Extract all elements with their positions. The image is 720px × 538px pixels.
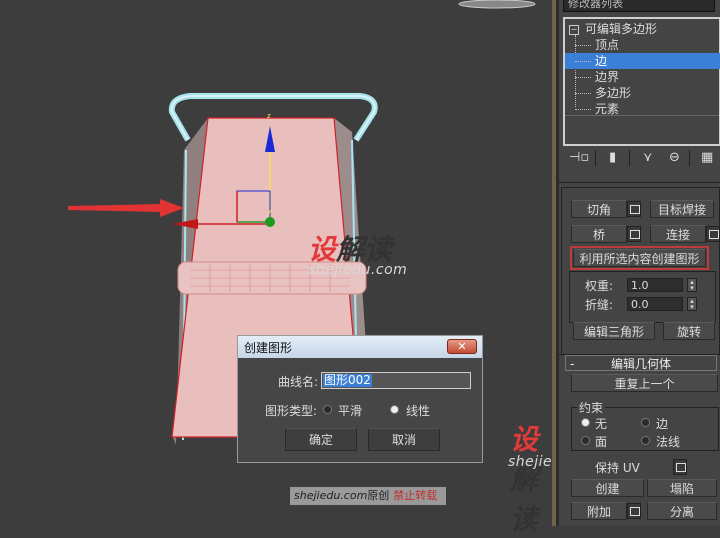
stack-item-editable-poly[interactable]: − 可编辑多边形 ◁ [565,21,720,37]
shape-type-linear-label: 线性 [406,404,431,418]
weight-spinner[interactable]: ▴ ▾ [687,278,697,292]
constraint-none-radio[interactable] [581,418,590,427]
annotation-arrow [68,199,184,217]
cancel-button[interactable]: 取消 [368,428,440,451]
crease-label: 折缝: [585,298,614,312]
gizmo-y-handle[interactable] [265,217,275,227]
edit-geometry-header[interactable]: - 编辑几何体 [565,355,717,371]
chamfer-settings-button[interactable] [627,201,641,217]
create-shape-dialog: 创建图形 ✕ 曲线名: 图形002 图形类型: 平滑 线性 确定 取消 [237,335,483,463]
configure-modifier-sets-icon[interactable]: ▦ [701,150,713,165]
connect-button[interactable]: 连接 [650,225,706,243]
pin-stack-icon[interactable]: ⊣▫ [569,150,589,165]
collapse-toggle-icon[interactable]: − [569,25,579,35]
chamfer-button[interactable]: 切角 [571,200,627,218]
crease-spinner[interactable]: ▴ ▾ [687,297,697,311]
edit-edges-rollout: 切角 目标焊接 桥 连接 利用所选内容创建图形 权重: 1.0 ▴ ▾ 折缝: 0… [559,182,720,355]
create-shape-from-selection-button[interactable]: 利用所选内容创建图形 [570,246,709,270]
watermark-logo-2: 设解读 [510,423,539,536]
gizmo-z-label: z [267,112,271,120]
bridge-settings-button[interactable] [627,226,641,242]
edit-geometry-rollout: - 编辑几何体 重复上一个 约束 无 边 面 法线 保持 UV 创建 塌陷 附加 … [559,354,720,520]
make-unique-icon[interactable]: ⋎ [643,150,653,165]
curve-name-label: 曲线名: [278,375,319,389]
modifier-stack[interactable]: − 可编辑多边形 ◁ 顶点 边◁ 边界 多边形 元素 [563,17,720,146]
constraint-edge-radio[interactable] [641,418,650,427]
repeat-last-button[interactable]: 重复上一个 [571,374,718,392]
constraints-label: 约束 [577,399,606,416]
show-end-result-icon[interactable]: ▮ [609,150,616,165]
create-button[interactable]: 创建 [571,479,644,497]
detach-button[interactable]: 分离 [647,502,717,520]
dialog-titlebar[interactable]: 创建图形 ✕ [238,336,482,358]
weight-input[interactable]: 1.0 [627,278,683,292]
curve-name-input[interactable]: 图形002 [321,372,471,389]
stack-separator [565,115,719,116]
close-icon[interactable]: ✕ [447,339,477,354]
preserve-uv-settings-button[interactable] [673,459,687,475]
edit-triangulation-button[interactable]: 编辑三角形 [573,322,655,340]
watermark-url: shejiedu.com [308,262,408,278]
turn-button[interactable]: 旋转 [663,322,715,340]
stack-item-border[interactable]: 边界 [565,69,720,85]
constraint-normal-label: 法线 [656,435,681,449]
attach-settings-button[interactable] [627,503,641,519]
shape-type-linear-radio[interactable] [390,405,399,414]
attach-button[interactable]: 附加 [571,502,627,520]
remove-modifier-icon[interactable]: ⊖ [669,150,680,165]
crease-input[interactable]: 0.0 [627,297,683,311]
connect-settings-button[interactable] [706,226,720,242]
ok-button[interactable]: 确定 [285,428,357,451]
constraint-normal-radio[interactable] [641,436,650,445]
constraint-face-label: 面 [595,435,608,449]
preserve-uv-label: 保持 UV [595,461,640,475]
modify-panel: 修改器列表 − 可编辑多边形 ◁ 顶点 边◁ 边界 多边形 元素 ⊣▫ ▮ ⋎ … [559,0,720,526]
weight-label: 权重: [585,279,614,293]
bridge-button[interactable]: 桥 [571,225,627,243]
gizmo-y-label: y [267,208,271,216]
stack-item-edge[interactable]: 边◁ [565,53,720,69]
target-weld-button[interactable]: 目标焊接 [650,200,714,218]
stack-toolbar: ⊣▫ ▮ ⋎ ⊖ ▦ [563,148,719,170]
dialog-title: 创建图形 [244,341,293,355]
shape-type-smooth-radio[interactable] [323,405,332,414]
modifier-list-dropdown[interactable]: 修改器列表 [563,0,715,12]
constraint-edge-label: 边 [656,417,669,431]
stack-item-vertex[interactable]: 顶点 [565,37,720,53]
shape-type-smooth-label: 平滑 [338,404,363,418]
collapse-button[interactable]: 塌陷 [647,479,717,497]
copyright-banner: shejiedu.com原创 禁止转载 [290,487,446,505]
constraint-none-label: 无 [595,417,608,431]
scene-object-top [458,0,536,9]
shape-type-label: 图形类型: [265,404,318,418]
constraint-face-radio[interactable] [581,436,590,445]
stack-item-polygon[interactable]: 多边形 [565,85,720,101]
